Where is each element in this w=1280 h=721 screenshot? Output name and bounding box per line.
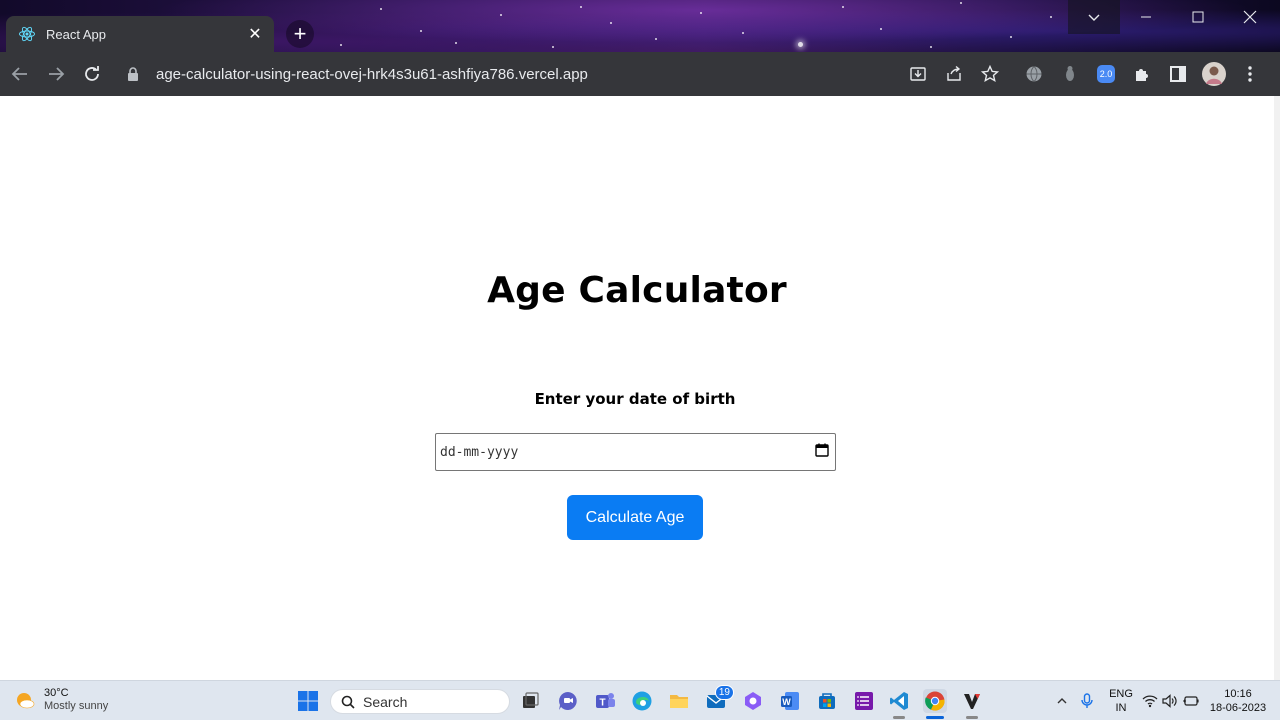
tab-search-chevron-down-icon[interactable] — [1068, 0, 1120, 34]
windows-taskbar: 30°C Mostly sunny Search T 19 W ENG IN 1… — [0, 680, 1280, 720]
install-app-icon[interactable] — [900, 56, 936, 92]
extensions-puzzle-icon[interactable] — [1124, 56, 1160, 92]
address-bar[interactable]: age-calculator-using-react-ovej-hrk4s3u6… — [118, 58, 1018, 90]
bug-extension-icon[interactable] — [1052, 56, 1088, 92]
date-of-birth-input[interactable]: dd-mm-yyyy — [435, 433, 836, 471]
system-tray — [1052, 681, 1102, 721]
clock-time: 10:16 — [1224, 688, 1252, 700]
svg-text:W: W — [782, 697, 791, 707]
close-tab-icon[interactable]: ✕ — [246, 25, 264, 43]
extension-badge-label: 2.0 — [1097, 65, 1115, 83]
tab-title: React App — [46, 26, 106, 42]
lock-icon[interactable] — [118, 67, 148, 81]
task-view-icon[interactable] — [518, 689, 542, 713]
svg-text:T: T — [599, 698, 605, 709]
browser-tab[interactable]: React App ✕ — [6, 16, 274, 52]
page-scrollbar[interactable] — [1274, 96, 1280, 680]
windows-start-icon[interactable] — [296, 689, 320, 713]
calendar-icon[interactable] — [815, 443, 829, 461]
calculate-age-button[interactable]: Calculate Age — [567, 495, 703, 540]
reload-icon[interactable] — [74, 56, 110, 92]
copilot-icon[interactable] — [741, 689, 765, 713]
globe-extension-icon[interactable] — [1016, 56, 1052, 92]
weather-widget[interactable]: 30°C Mostly sunny — [14, 687, 108, 713]
active-indicator — [926, 716, 944, 719]
react-icon — [19, 26, 35, 42]
side-panel-icon[interactable] — [1160, 56, 1196, 92]
clock-date: 18-06-2023 — [1209, 702, 1267, 714]
maximize-icon[interactable] — [1172, 0, 1224, 34]
store-icon[interactable] — [815, 689, 839, 713]
share-icon[interactable] — [936, 56, 972, 92]
new-tab-button[interactable]: + — [286, 20, 314, 48]
browser-titlebar: React App ✕ + — [0, 0, 1280, 52]
page-content: Age Calculator Enter your date of birth … — [0, 96, 1274, 680]
toolbar-actions: 2.0 — [900, 58, 1268, 90]
taskbar-search-input[interactable]: Search — [330, 689, 510, 714]
back-arrow-icon[interactable] — [2, 56, 38, 92]
show-hidden-icons-chevron-up-icon[interactable] — [1052, 683, 1072, 719]
minimize-icon[interactable] — [1120, 0, 1172, 34]
microphone-icon[interactable] — [1072, 683, 1102, 719]
menu-kebab-icon[interactable] — [1232, 56, 1268, 92]
dob-label: Enter your date of birth — [534, 390, 736, 408]
volume-icon — [1162, 694, 1177, 708]
page-title: Age Calculator — [487, 270, 787, 311]
language-code: ENG — [1109, 688, 1133, 700]
vivaldi-icon[interactable] — [960, 689, 984, 719]
forward-arrow-icon[interactable] — [38, 56, 74, 92]
mail-badge: 19 — [714, 685, 734, 700]
network-volume-battery[interactable] — [1142, 681, 1200, 721]
vscode-icon[interactable] — [887, 689, 911, 719]
bookmark-star-icon[interactable] — [972, 56, 1008, 92]
region-code: IN — [1115, 702, 1127, 714]
url-text[interactable]: age-calculator-using-react-ovej-hrk4s3u6… — [148, 66, 588, 83]
chat-icon[interactable] — [556, 689, 580, 713]
battery-icon — [1183, 696, 1199, 706]
taskbar-clock[interactable]: 10:16 18-06-2023 — [1208, 687, 1268, 715]
weather-temp: 30°C — [44, 687, 69, 699]
input-language[interactable]: ENG IN — [1108, 687, 1134, 715]
edge-browser-icon[interactable] — [630, 689, 654, 713]
search-placeholder: Search — [363, 693, 408, 710]
close-window-icon[interactable] — [1224, 0, 1276, 34]
profile-avatar[interactable] — [1196, 56, 1232, 92]
search-icon — [341, 695, 355, 709]
file-explorer-icon[interactable] — [667, 689, 691, 713]
word-icon[interactable]: W — [778, 689, 802, 713]
extension-badge-icon[interactable]: 2.0 — [1088, 56, 1124, 92]
mail-icon[interactable]: 19 — [704, 685, 734, 713]
teams-icon[interactable]: T — [593, 689, 617, 713]
wifi-icon — [1142, 695, 1158, 708]
date-placeholder: dd-mm-yyyy — [440, 444, 519, 460]
chrome-icon[interactable] — [923, 689, 947, 719]
running-indicator — [966, 716, 978, 719]
sun-cloud-icon — [17, 693, 35, 709]
running-indicator — [893, 716, 905, 719]
onenote-icon[interactable] — [852, 689, 876, 713]
weather-desc: Mostly sunny — [44, 700, 109, 712]
